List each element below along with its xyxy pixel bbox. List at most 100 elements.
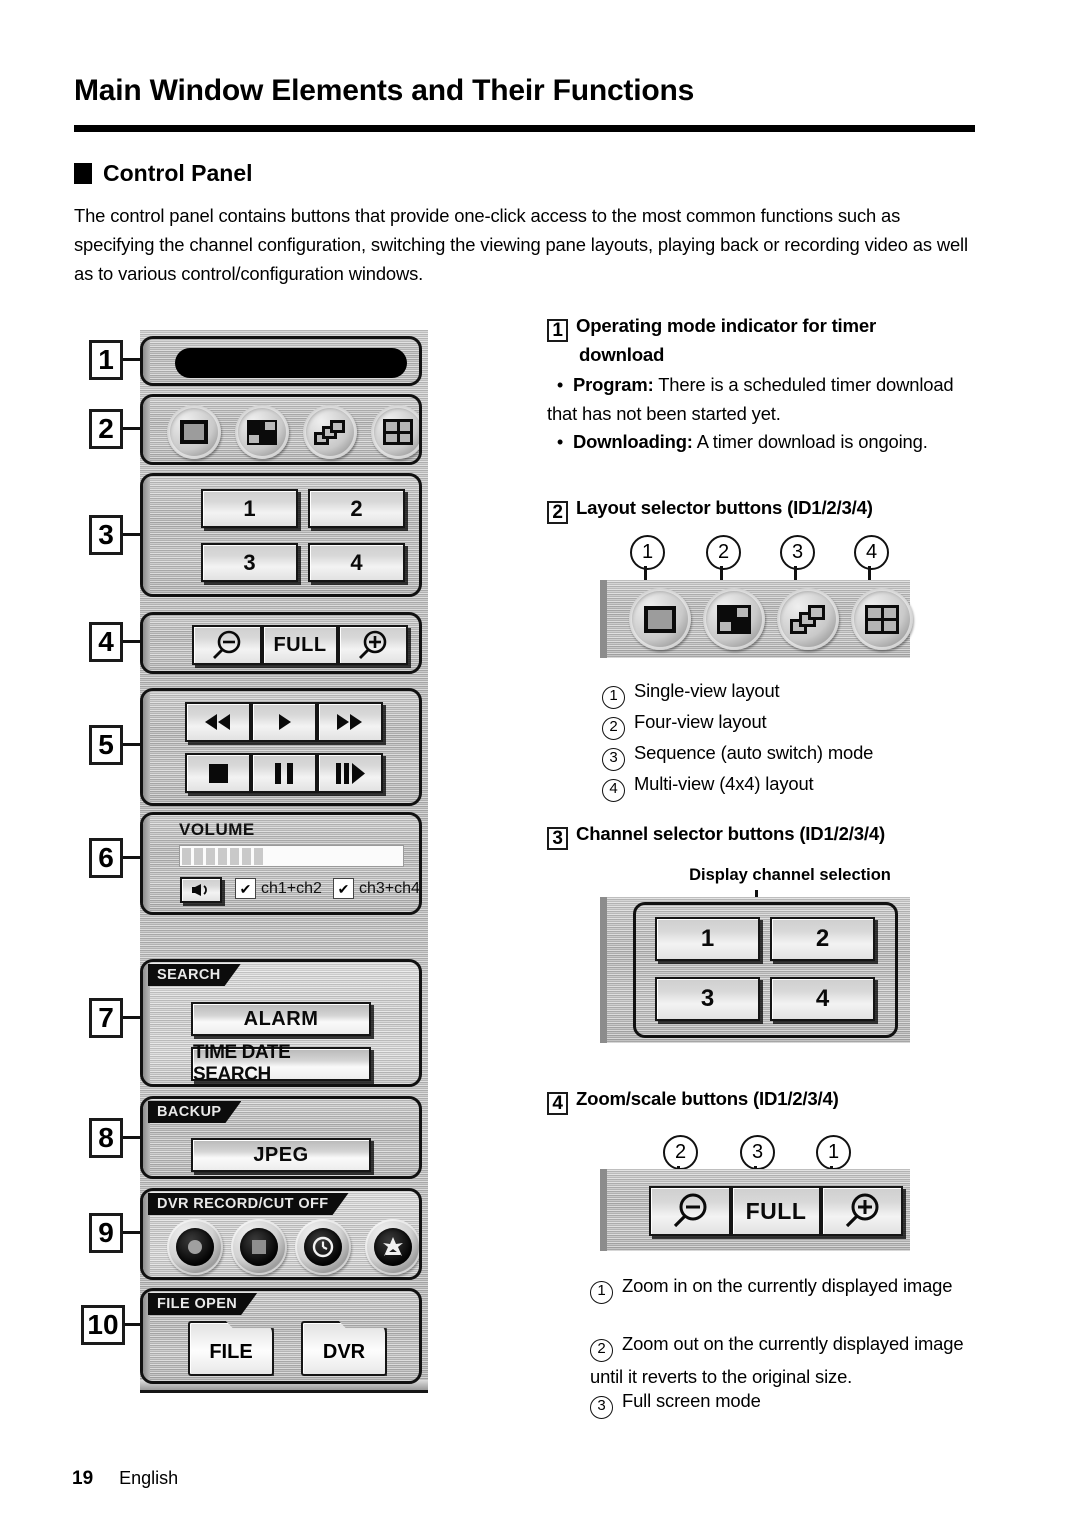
dvr-folder-label: DVR bbox=[322, 1341, 366, 1363]
channel-button-3[interactable]: 3 bbox=[201, 543, 298, 582]
sequence-icon bbox=[314, 419, 346, 445]
desc-item-3-title: 3 Channel selector buttons (ID1/2/3/4) bbox=[547, 821, 977, 850]
dvr-folder-button[interactable]: DVR bbox=[301, 1321, 387, 1376]
desc-item-1-title: 1 Operating mode indicator for timer down… bbox=[547, 313, 977, 367]
frame-advance-icon bbox=[336, 762, 365, 784]
callout-6: 6 bbox=[89, 838, 123, 878]
desc-item-1-title-line2: download bbox=[579, 344, 665, 365]
volume-checkbox-ch3ch4[interactable]: ✔ ch3+ch4 bbox=[333, 878, 419, 899]
dvr-record-button[interactable] bbox=[167, 1219, 223, 1275]
desc-number-4: 4 bbox=[547, 1092, 568, 1115]
legend4-text-3: Full screen mode bbox=[622, 1390, 761, 1411]
checkbox-ch1ch2-box[interactable]: ✔ bbox=[235, 878, 256, 899]
desc-item-2-title: 2 Layout selector buttons (ID1/2/3/4) bbox=[547, 495, 977, 524]
fast-forward-button[interactable] bbox=[317, 702, 383, 742]
figure2-callout-3: 3 bbox=[780, 535, 815, 570]
file-open-tab-label: FILE OPEN bbox=[148, 1293, 257, 1315]
layout-button-multi[interactable] bbox=[371, 405, 419, 459]
channel-button-2[interactable]: 2 bbox=[308, 489, 405, 528]
figure4-full-button[interactable]: FULL bbox=[731, 1186, 821, 1236]
channel-button-4[interactable]: 4 bbox=[308, 543, 405, 582]
figure4-callout-3: 3 bbox=[740, 1135, 775, 1170]
callout-line-1 bbox=[123, 358, 143, 361]
figure2-layout-button-four[interactable] bbox=[703, 588, 765, 650]
zoom-in-icon bbox=[359, 630, 387, 659]
dvr-record-panel: DVR RECORD/CUT OFF bbox=[140, 1188, 422, 1280]
section-heading: Control Panel bbox=[74, 160, 253, 187]
dvr-record-tab-label: DVR RECORD/CUT OFF bbox=[148, 1193, 349, 1215]
bullet-2-term: Downloading: bbox=[573, 431, 693, 452]
time-date-search-button[interactable]: TIME DATE SEARCH bbox=[191, 1042, 371, 1084]
full-button[interactable]: FULL bbox=[262, 625, 338, 665]
zoom-out-icon bbox=[673, 1193, 707, 1228]
figure4-callout-2: 2 bbox=[663, 1135, 698, 1170]
alarm-button[interactable]: ALARM bbox=[191, 1002, 371, 1036]
zoom-in-button[interactable] bbox=[338, 625, 408, 665]
desc-number-2: 2 bbox=[547, 501, 568, 524]
sequence-icon bbox=[790, 604, 826, 634]
footer-language: English bbox=[119, 1468, 179, 1488]
figure3-channel-button-2[interactable]: 2 bbox=[770, 917, 875, 961]
layout-button-four[interactable] bbox=[235, 405, 289, 459]
figure4-zoom-out-button[interactable] bbox=[649, 1186, 731, 1236]
figure4-zoom-scale: FULL bbox=[600, 1169, 910, 1251]
dvr-timer-button[interactable] bbox=[295, 1219, 351, 1275]
jpeg-button[interactable]: JPEG bbox=[191, 1138, 371, 1172]
square-bullet-icon bbox=[74, 163, 92, 184]
four-view-icon bbox=[247, 419, 277, 445]
playback-panel bbox=[140, 688, 422, 806]
search-tab-label: SEARCH bbox=[148, 964, 241, 986]
mute-button[interactable] bbox=[180, 877, 222, 903]
callout-10: 10 bbox=[81, 1305, 125, 1345]
figure3-channel-button-3[interactable]: 3 bbox=[655, 977, 760, 1021]
volume-slider[interactable] bbox=[179, 845, 404, 867]
operating-mode-indicator bbox=[175, 348, 407, 378]
layout-button-sequence[interactable] bbox=[303, 405, 357, 459]
checkbox-ch3ch4-box[interactable]: ✔ bbox=[333, 878, 354, 899]
desc-item-3-title-label: Channel selector buttons (ID1/2/3/4) bbox=[576, 823, 885, 844]
dvr-stop-button[interactable] bbox=[231, 1219, 287, 1275]
checkbox-ch1ch2-label: ch1+ch2 bbox=[261, 879, 322, 897]
figure2-layout-button-single[interactable] bbox=[629, 588, 691, 650]
figure2-layout-button-sequence[interactable] bbox=[777, 588, 839, 650]
figure3-channel-selector: 1 2 3 4 bbox=[600, 897, 910, 1043]
backup-tab-label: BACKUP bbox=[148, 1101, 241, 1123]
channel-selector-panel: 1 2 3 4 bbox=[140, 473, 422, 597]
figure2-layout-selector bbox=[600, 580, 913, 658]
zoom-out-button[interactable] bbox=[192, 625, 262, 665]
legend2-item-4: 4 Multi-view (4x4) layout bbox=[602, 769, 814, 802]
callout-line-8 bbox=[123, 1136, 143, 1139]
figure3-channel-button-1[interactable]: 1 bbox=[655, 917, 760, 961]
figure3-channel-button-4[interactable]: 4 bbox=[770, 977, 875, 1021]
figure4-zoom-in-button[interactable] bbox=[821, 1186, 903, 1236]
volume-checkbox-ch1ch2[interactable]: ✔ ch1+ch2 bbox=[235, 878, 322, 899]
section-heading-label: Control Panel bbox=[103, 160, 253, 186]
figure2-layout-button-multi[interactable] bbox=[851, 588, 913, 650]
callout-line-6 bbox=[123, 856, 143, 859]
frame-advance-button[interactable] bbox=[317, 753, 383, 793]
bullet-1-term: Program: bbox=[573, 374, 654, 395]
play-button[interactable] bbox=[251, 702, 317, 742]
callout-2: 2 bbox=[89, 409, 123, 449]
single-view-icon bbox=[180, 420, 208, 444]
legend2-text-1: Single-view layout bbox=[634, 680, 780, 701]
rewind-button[interactable] bbox=[185, 702, 251, 742]
dvr-cutoff-button[interactable] bbox=[365, 1219, 419, 1275]
file-folder-button[interactable]: FILE bbox=[188, 1321, 274, 1376]
multi-view-icon bbox=[865, 604, 899, 634]
channel-button-1[interactable]: 1 bbox=[201, 489, 298, 528]
desc-number-1: 1 bbox=[547, 319, 568, 342]
desc-item-1-bullet-1: • Program: There is a scheduled timer dow… bbox=[547, 370, 967, 428]
file-folder-label: FILE bbox=[209, 1341, 253, 1363]
record-icon bbox=[188, 1240, 202, 1254]
desc-item-2-title-label: Layout selector buttons (ID1/2/3/4) bbox=[576, 497, 873, 518]
bullet-2-text: A timer download is ongoing. bbox=[696, 431, 928, 452]
layout-button-single[interactable] bbox=[167, 405, 221, 459]
single-view-icon bbox=[644, 605, 676, 633]
legend4-text-2: Zoom out on the currently displayed imag… bbox=[590, 1333, 964, 1387]
pause-button[interactable] bbox=[251, 753, 317, 793]
callout-line-4 bbox=[123, 640, 143, 643]
volume-label: VOLUME bbox=[179, 820, 255, 839]
title-rule bbox=[74, 125, 975, 132]
stop-button[interactable] bbox=[185, 753, 251, 793]
